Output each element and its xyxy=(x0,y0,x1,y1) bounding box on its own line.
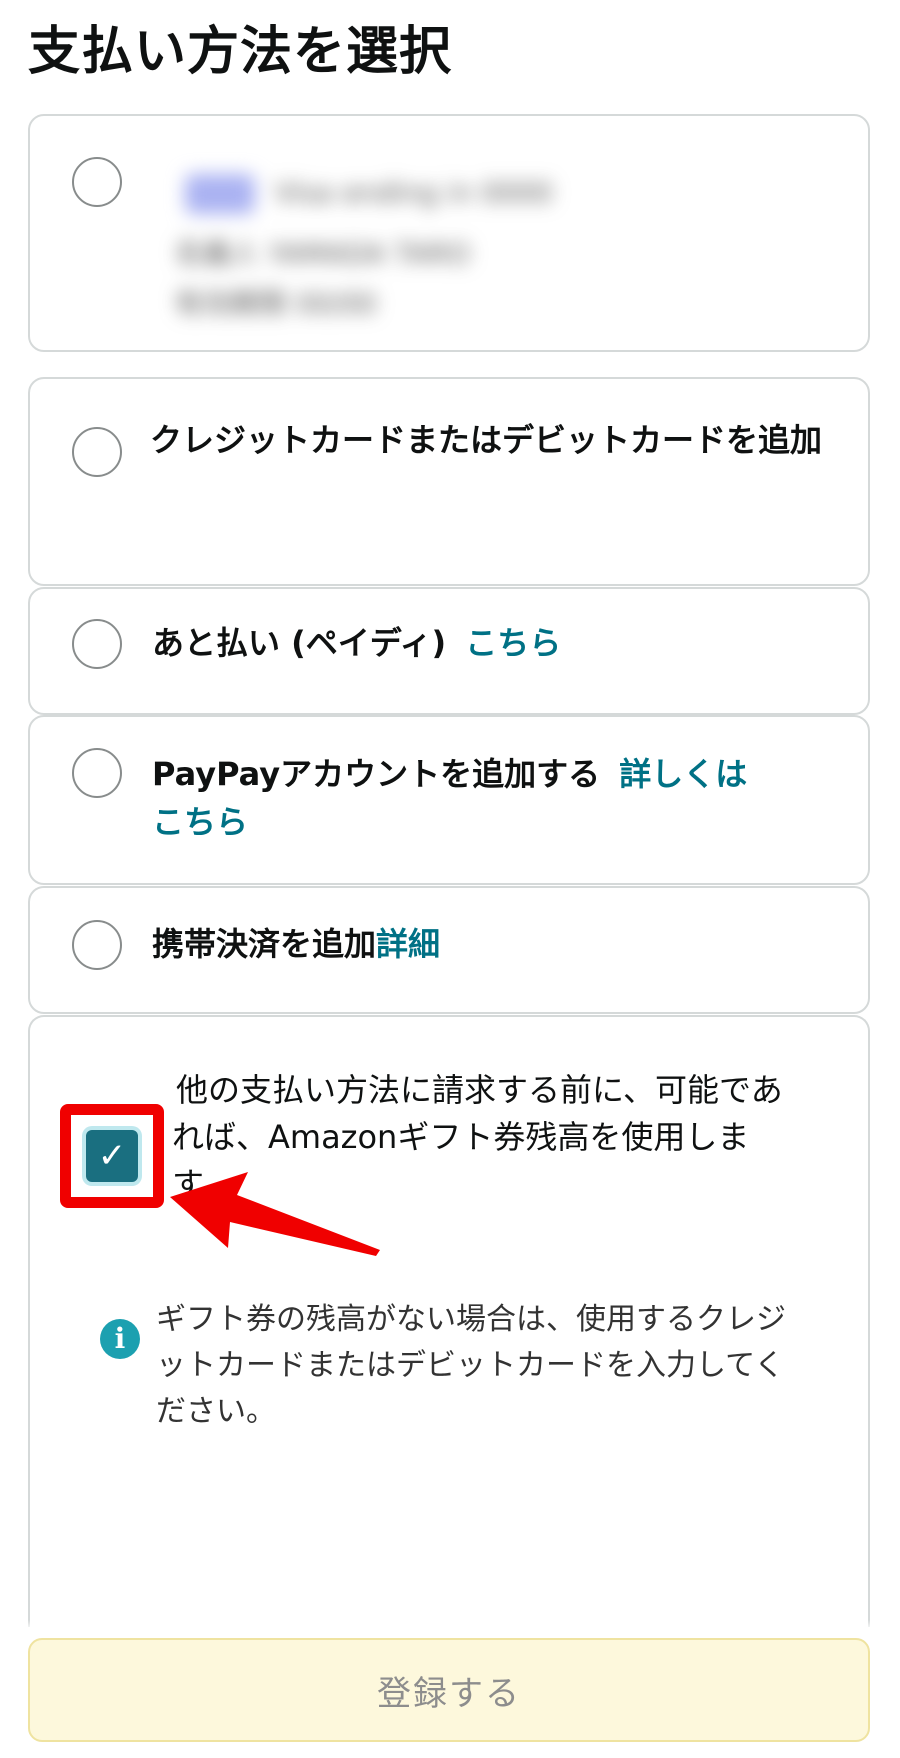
credit-card-option[interactable]: クレジットカードまたはデビットカードを追加 xyxy=(28,377,870,586)
paypay-label-row: PayPayアカウントを追加する 詳しくはこちら xyxy=(152,750,748,846)
info-icon: i xyxy=(100,1319,140,1359)
paypay-label: PayPayアカウントを追加する xyxy=(152,755,601,793)
card-brand-logo xyxy=(185,174,255,214)
saved-card-line-2: 名義人 YAMADA TARO xyxy=(175,237,470,270)
gift-card-section: 他の支払い方法に請求する前に、可能であれば、Amazonギフト券残高を使用します… xyxy=(28,1015,870,1627)
checkbox-highlight-box: ✓ xyxy=(60,1104,164,1208)
carrier-billing-link[interactable]: 詳細 xyxy=(376,925,440,963)
carrier-billing-radio[interactable] xyxy=(72,920,122,970)
gift-card-info-text: ギフト券の残高がない場合は、使用するクレジットカードまたはデビットカードを入力し… xyxy=(156,1302,786,1429)
page-title: 支払い方法を選択 xyxy=(28,22,453,82)
paypay-option[interactable]: PayPayアカウントを追加する 詳しくはこちら xyxy=(28,715,870,885)
carrier-billing-option[interactable]: 携帯決済を追加詳細 xyxy=(28,886,870,1014)
saved-card-details: Visa ending in 0000 名義人 YAMADA TARO 有効期限… xyxy=(165,154,635,344)
saved-card-line-3: 有効期限 00/00 xyxy=(175,287,377,320)
paidy-label: あと払い (ペイディ) xyxy=(152,624,447,662)
credit-card-label: クレジットカードまたはデビットカードを追加 xyxy=(150,421,823,459)
saved-card-radio[interactable] xyxy=(72,157,122,207)
carrier-billing-label: 携帯決済を追加 xyxy=(152,925,377,963)
carrier-billing-label-row: 携帯決済を追加詳細 xyxy=(152,920,838,968)
credit-card-radio[interactable] xyxy=(72,427,122,477)
scroll-fade xyxy=(0,1620,900,1630)
red-arrow-annotation xyxy=(170,1172,380,1256)
checkmark-icon: ✓ xyxy=(97,1136,127,1176)
paidy-label-row: あと払い (ペイディ) こちら xyxy=(152,619,838,667)
arrow-shape xyxy=(170,1172,380,1256)
gift-card-checkbox[interactable]: ✓ xyxy=(86,1130,138,1182)
paypay-radio[interactable] xyxy=(72,748,122,798)
paidy-radio[interactable] xyxy=(72,619,122,669)
saved-card-option[interactable]: Visa ending in 0000 名義人 YAMADA TARO 有効期限… xyxy=(28,114,870,352)
paidy-option[interactable]: あと払い (ペイディ) こちら xyxy=(28,587,870,715)
register-button[interactable]: 登録する xyxy=(28,1638,870,1742)
saved-card-line-1: Visa ending in 0000 xyxy=(275,176,553,209)
paidy-link[interactable]: こちら xyxy=(465,624,561,662)
